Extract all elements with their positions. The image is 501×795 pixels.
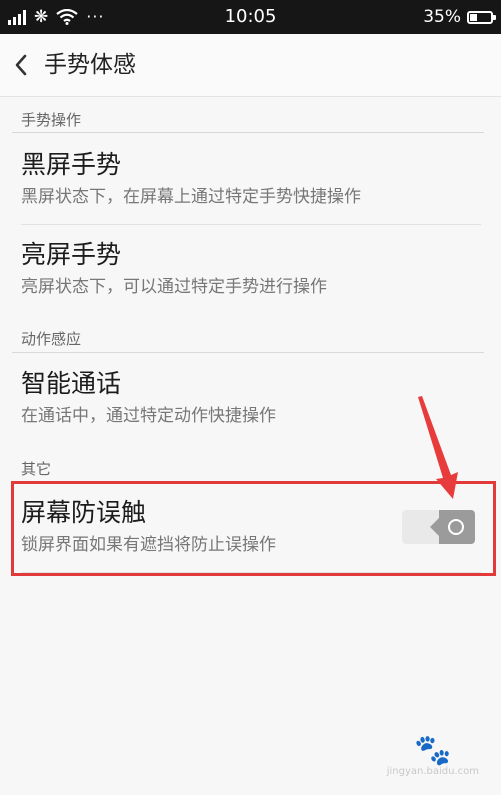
watermark: 🐾 jingyan.baidu.com [386,733,479,778]
item-description: 亮屏状态下，可以通过特定手势进行操作 [21,277,327,297]
item-title: 亮屏手势 [21,240,122,269]
item-divider [21,224,481,225]
status-bar: ❋ ··· 10:05 35% [0,0,501,34]
page-title: 手势体感 [44,52,136,78]
section-divider [12,132,484,133]
battery-icon [467,10,496,24]
section-divider [12,352,484,353]
title-bar: 手势体感 [0,34,501,97]
battery-fill [470,13,477,21]
battery-percent: 35% [423,7,461,27]
section-header-other: 其它 [21,460,52,478]
watermark-text: jingyan.baidu.com [386,766,479,777]
item-title: 黑屏手势 [21,150,122,179]
status-icons-right: 35% [423,0,496,34]
list-item-black-screen-gesture[interactable]: 黑屏手势 黑屏状态下，在屏幕上通过特定手势快捷操作 [21,150,481,208]
section-header-motion: 动作感应 [21,330,82,348]
back-icon[interactable] [12,52,32,78]
baidu-paw-logo-icon: 🐾 [414,733,452,768]
annotation-arrow-icon [412,395,462,509]
item-description: 黑屏状态下，在屏幕上通过特定手势快捷操作 [21,187,361,207]
list-item-bright-screen-gesture[interactable]: 亮屏手势 亮屏状态下，可以通过特定手势进行操作 [21,240,481,298]
section-header-gesture: 手势操作 [21,111,82,129]
